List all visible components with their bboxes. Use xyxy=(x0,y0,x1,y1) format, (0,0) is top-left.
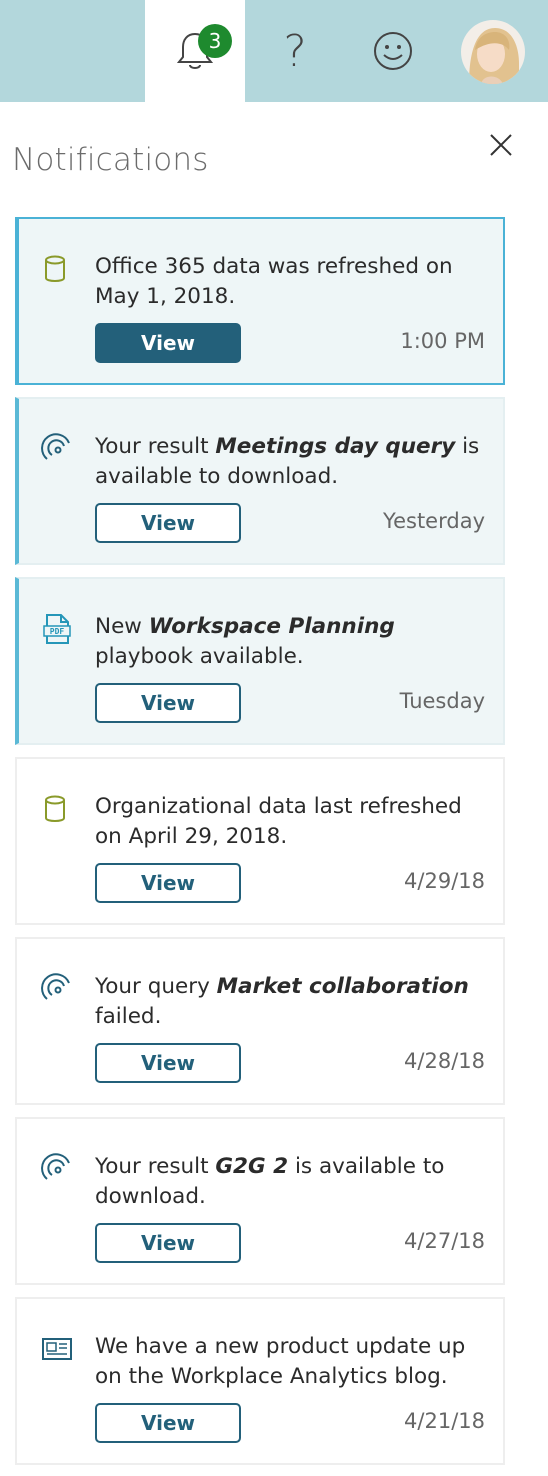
view-button[interactable]: View xyxy=(95,1403,241,1443)
help-glyph: ? xyxy=(283,25,307,77)
message-text: Your result xyxy=(95,434,216,459)
message-text: Your query xyxy=(95,974,217,999)
notification-message: Organizational data last refreshed on Ap… xyxy=(95,792,490,852)
notification-time: 4/21/18 xyxy=(404,1409,485,1433)
notification-message: New Workspace Planning playbook availabl… xyxy=(95,612,490,672)
notification-count-badge: 3 xyxy=(198,24,232,58)
avatar[interactable] xyxy=(461,20,525,84)
close-icon[interactable] xyxy=(486,130,516,160)
notification-time: 1:00 PM xyxy=(400,329,485,353)
notification-message: Your result G2G 2 is available to downlo… xyxy=(95,1152,490,1212)
panel-title: Notifications xyxy=(12,142,209,178)
notification-message: Your result Meetings day query is availa… xyxy=(95,432,490,492)
notification-message: Your query Market collaboration failed. xyxy=(95,972,490,1032)
message-text: New xyxy=(95,614,149,639)
notification-card[interactable]: We have a new product update up on the W… xyxy=(15,1297,505,1465)
svg-text:PDF: PDF xyxy=(50,627,65,636)
bell-icon[interactable] xyxy=(145,0,245,102)
pdf-icon: PDF xyxy=(41,613,73,645)
notification-card[interactable]: Organizational data last refreshed on Ap… xyxy=(15,757,505,925)
message-text: Organizational data last refreshed on Ap… xyxy=(95,794,462,849)
notification-time: Tuesday xyxy=(399,689,485,713)
notification-card[interactable]: PDF New Workspace Planning playbook avail… xyxy=(15,577,505,745)
notification-time: 4/28/18 xyxy=(404,1049,485,1073)
query-result-icon xyxy=(41,973,73,1005)
top-bar: 3 ? xyxy=(0,0,548,102)
message-emphasis: G2G 2 xyxy=(215,1154,289,1179)
notification-time: 4/29/18 xyxy=(404,869,485,893)
database-icon xyxy=(41,793,73,825)
view-button[interactable]: View xyxy=(95,683,241,723)
notification-card[interactable]: Your result Meetings day query is availa… xyxy=(15,397,505,565)
notification-card[interactable]: Your result G2G 2 is available to downlo… xyxy=(15,1117,505,1285)
message-text: failed. xyxy=(95,1004,162,1029)
view-button[interactable]: View xyxy=(95,863,241,903)
query-result-icon xyxy=(41,433,73,465)
message-text: Office 365 data was refreshed on May 1, … xyxy=(95,254,453,309)
query-result-icon xyxy=(41,1153,73,1185)
database-icon xyxy=(41,253,73,285)
notification-message: Office 365 data was refreshed on May 1, … xyxy=(95,252,490,312)
view-button[interactable]: View xyxy=(95,503,241,543)
notification-card[interactable]: Office 365 data was refreshed on May 1, … xyxy=(15,217,505,385)
notification-time: Yesterday xyxy=(383,509,485,533)
help-icon[interactable]: ? xyxy=(245,0,345,102)
message-text: playbook available. xyxy=(95,644,304,669)
notification-card[interactable]: Your query Market collaboration failed. V… xyxy=(15,937,505,1105)
view-button[interactable]: View xyxy=(95,1043,241,1083)
message-text: We have a new product update up on the W… xyxy=(95,1334,466,1389)
message-emphasis: Meetings day query xyxy=(215,434,456,459)
message-emphasis: Workspace Planning xyxy=(148,614,395,639)
message-text: Your result xyxy=(95,1154,216,1179)
view-button[interactable]: View xyxy=(95,1223,241,1263)
smiley-icon[interactable] xyxy=(345,0,441,102)
news-icon xyxy=(41,1333,73,1365)
notification-time: 4/27/18 xyxy=(404,1229,485,1253)
view-button[interactable]: View xyxy=(95,323,241,363)
message-emphasis: Market collaboration xyxy=(216,974,469,999)
notification-message: We have a new product update up on the W… xyxy=(95,1332,490,1392)
